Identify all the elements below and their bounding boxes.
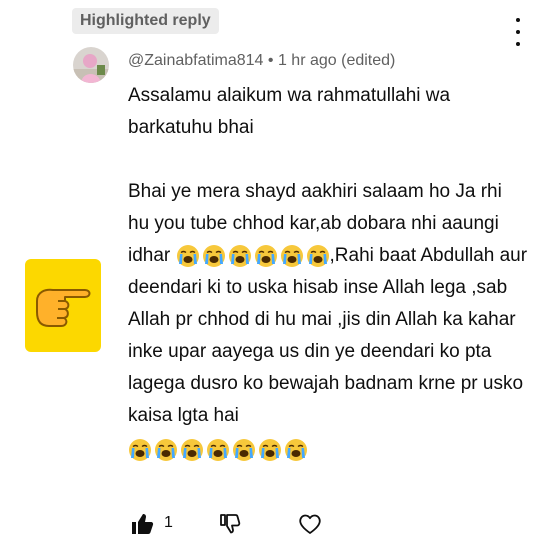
emoji-row [128, 438, 308, 462]
loudly-crying-face-emoji [202, 244, 225, 267]
highlighted-reply-chip: Highlighted reply [72, 8, 219, 34]
emoji-row [176, 244, 330, 268]
author-name[interactable]: @Zainabfatima814 [128, 52, 263, 69]
loudly-crying-face-emoji [280, 244, 303, 267]
avatar[interactable] [73, 47, 109, 83]
comment-actions: 1 [130, 512, 330, 536]
heart-button[interactable] [298, 512, 322, 536]
dislike-button[interactable] [218, 512, 242, 536]
meta-separator: • [267, 52, 274, 69]
loudly-crying-face-emoji [207, 438, 229, 461]
heart-icon [299, 514, 321, 534]
loudly-crying-face-emoji [254, 244, 277, 267]
thumbs-up-icon [132, 514, 154, 534]
comment-text-b: ,Rahi baat Abdullah aur deendari ki to u… [128, 245, 528, 426]
like-button[interactable] [130, 512, 154, 536]
comment-paragraph-1: Assalamu alaikum wa rahmatullahi wa bark… [128, 85, 451, 138]
like-count: 1 [164, 514, 173, 531]
highlighted-reply-label: Highlighted reply [80, 12, 211, 29]
comment-body: Assalamu alaikum wa rahmatullahi wa bark… [128, 80, 528, 464]
loudly-crying-face-emoji [176, 244, 199, 267]
timestamp: 1 hr ago (edited) [277, 52, 396, 69]
comment-meta: @Zainabfatima814 • 1 hr ago (edited) [128, 52, 395, 70]
loudly-crying-face-emoji [155, 438, 177, 461]
more-options-icon[interactable] [508, 18, 528, 46]
loudly-crying-face-emoji [306, 244, 329, 267]
thumbs-down-icon [220, 514, 241, 534]
loudly-crying-face-emoji [259, 438, 281, 461]
loudly-crying-face-emoji [285, 438, 307, 461]
loudly-crying-face-emoji [233, 438, 255, 461]
comment-paragraph-2: Bhai ye mera shayd aakhiri salaam ho Ja … [128, 176, 528, 432]
pointing-hand-icon [25, 259, 101, 352]
loudly-crying-face-emoji [228, 244, 251, 267]
loudly-crying-face-emoji [129, 438, 151, 461]
loudly-crying-face-emoji [181, 438, 203, 461]
